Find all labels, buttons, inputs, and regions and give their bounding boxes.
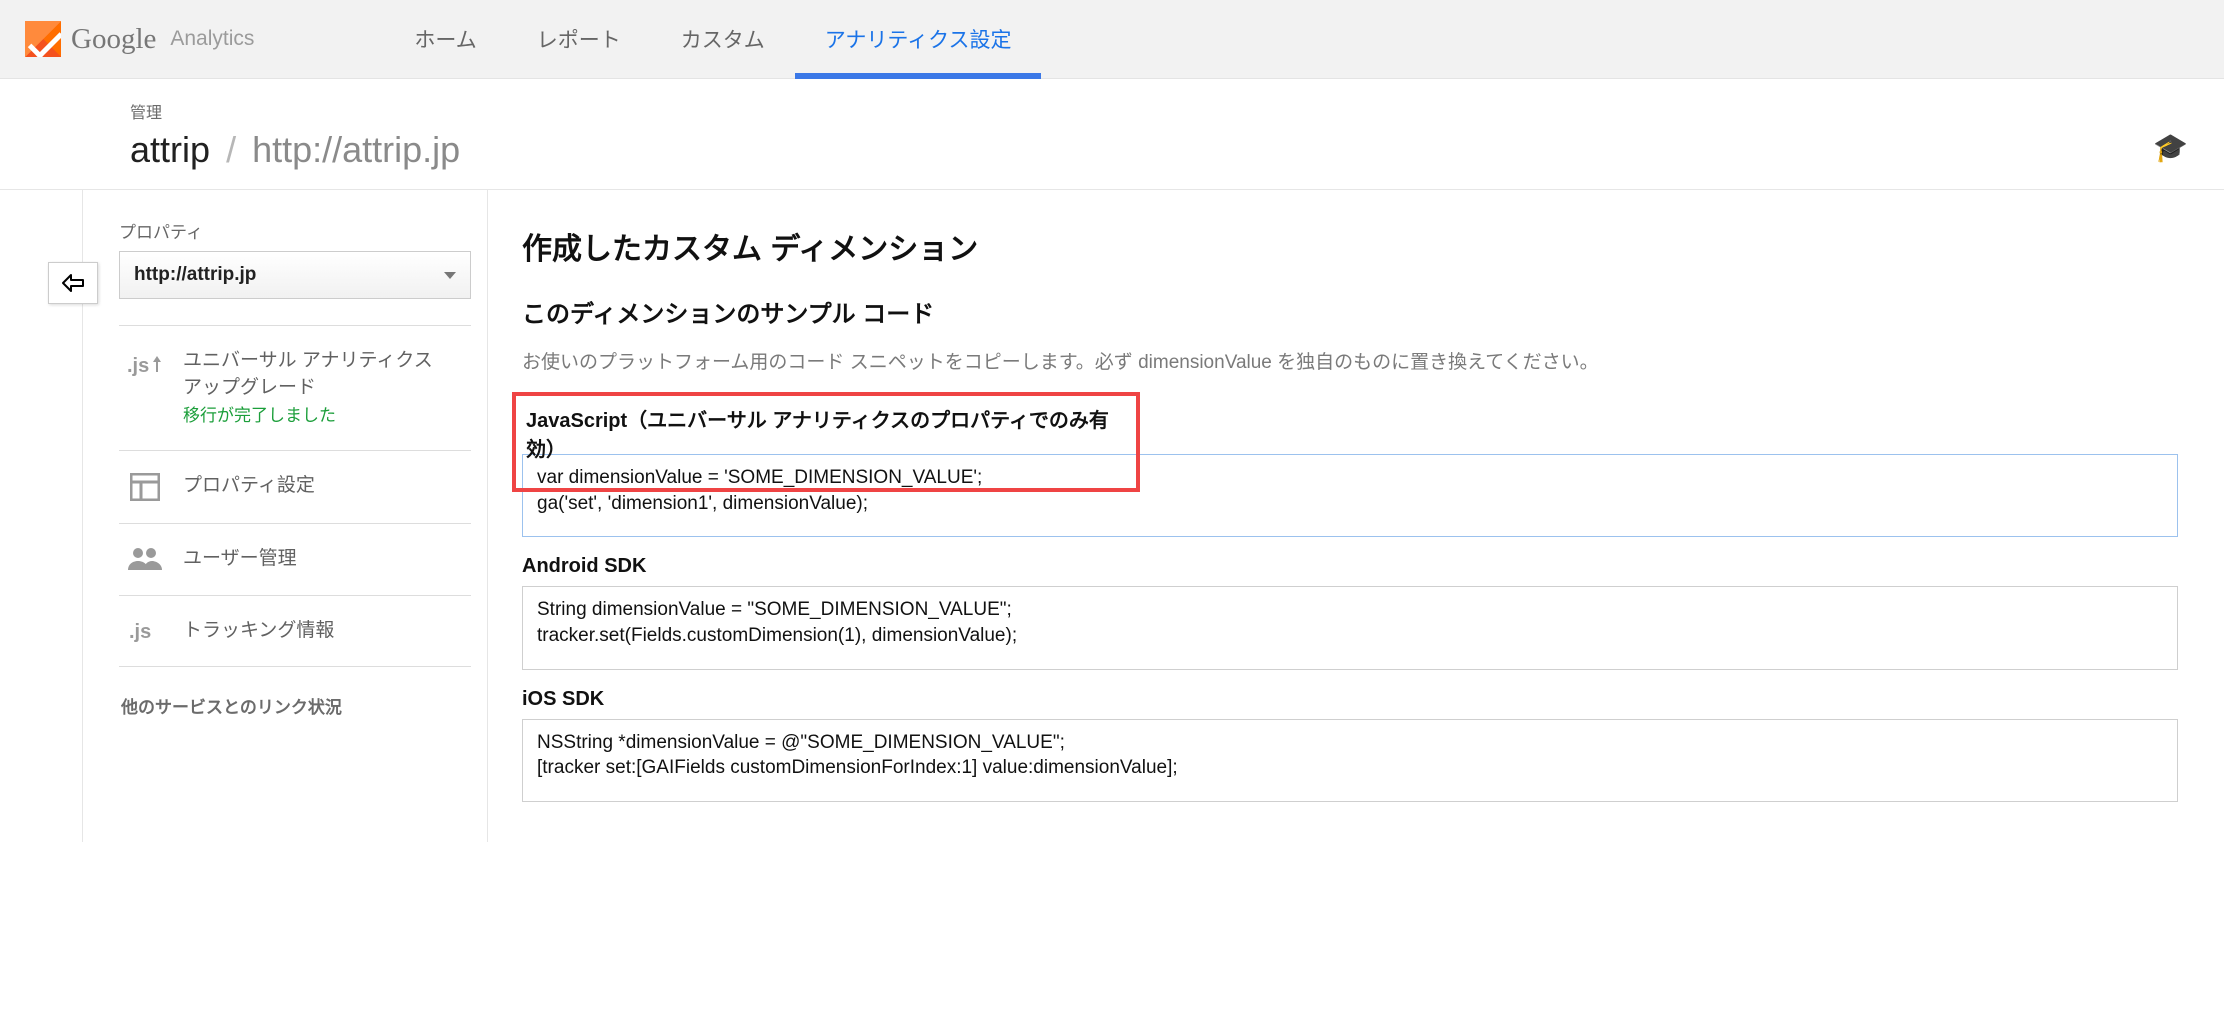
code-label-js: JavaScript（ユニバーサル アナリティクスのプロパティでのみ有効） (526, 404, 1114, 462)
analytics-logo-icon (25, 21, 61, 57)
sidebar-item-ua-upgrade[interactable]: .js ユニバーサル アナリティクス アップグレード 移行が完了しました (119, 326, 471, 451)
code-label-android: Android SDK (522, 555, 2178, 578)
highlight-frame: JavaScript（ユニバーサル アナリティクスのプロパティでのみ有効） (512, 392, 1140, 492)
page-title: 作成したカスタム ディメンション (522, 224, 2178, 268)
sidebar-item-label: トラッキング情報 (183, 618, 334, 645)
code-label-ios: iOS SDK (522, 688, 2178, 711)
property-select-value: http://attrip.jp (134, 264, 256, 286)
breadcrumb-property[interactable]: http://attrip.jp (252, 129, 460, 170)
sidebar-item-status: 移行が完了しました (183, 404, 433, 428)
svg-text:.js: .js (127, 355, 149, 377)
sidebar: プロパティ http://attrip.jp .js ユニバーサル アナリティク… (83, 190, 487, 842)
sidebar-item-label: ユーザー管理 (183, 546, 297, 573)
nav-reports[interactable]: レポート (507, 0, 651, 78)
sidebar-item-tracking-info[interactable]: .js トラッキング情報 (119, 596, 471, 668)
graduation-cap-icon[interactable]: 🎓 (2153, 131, 2188, 164)
main: 作成したカスタム ディメンション このディメンションのサンプル コード お使いの… (487, 190, 2224, 842)
chevron-down-icon (444, 272, 456, 279)
brand-analytics: Analytics (170, 27, 254, 51)
section-title-sample-code: このディメンションのサンプル コード (522, 294, 2178, 329)
admin-label: 管理 (130, 99, 2224, 123)
back-arrow-icon (61, 273, 85, 293)
topnav: ホーム レポート カスタム アナリティクス設定 (384, 0, 1041, 78)
nav-custom[interactable]: カスタム (651, 0, 795, 78)
sidebar-item-property-settings[interactable]: プロパティ設定 (119, 451, 471, 524)
js-up-icon: .js (125, 348, 165, 378)
nav-admin-label: アナリティクス設定 (825, 24, 1012, 54)
nav-custom-label: カスタム (681, 24, 765, 54)
layout-icon (125, 473, 165, 501)
nav-admin[interactable]: アナリティクス設定 (795, 0, 1042, 78)
brand-google: Google (71, 23, 156, 56)
sidebar-list: .js ユニバーサル アナリティクス アップグレード 移行が完了しました プロパ… (119, 325, 471, 667)
nav-home-label: ホーム (414, 24, 476, 54)
code-box-android[interactable]: String dimensionValue = "SOME_DIMENSION_… (522, 586, 2178, 669)
users-icon (125, 546, 165, 570)
back-button[interactable] (48, 262, 98, 304)
nav-reports-label: レポート (537, 24, 621, 54)
sidebar-item-label: プロパティ設定 (183, 473, 315, 500)
svg-text:.js: .js (129, 621, 151, 643)
sidebar-item-label: ユニバーサル アナリティクス アップグレード 移行が完了しました (183, 348, 433, 428)
property-select[interactable]: http://attrip.jp (119, 251, 471, 299)
sidebar-group-other-links: 他のサービスとのリンク状況 (121, 693, 471, 718)
content: プロパティ http://attrip.jp .js ユニバーサル アナリティク… (0, 190, 2224, 842)
breadcrumb-account[interactable]: attrip (130, 129, 210, 170)
lead-text: お使いのプラットフォーム用のコード スニペットをコピーします。必ず dimens… (522, 347, 2178, 374)
sidebar-item-user-management[interactable]: ユーザー管理 (119, 524, 471, 596)
code-box-ios[interactable]: NSString *dimensionValue = @"SOME_DIMENS… (522, 719, 2178, 802)
vertical-rail (0, 190, 83, 842)
js-icon: .js (125, 618, 165, 644)
brand[interactable]: Google Analytics (25, 21, 254, 57)
sidebar-section-label: プロパティ (119, 218, 471, 243)
nav-home[interactable]: ホーム (384, 0, 506, 78)
topbar: Google Analytics ホーム レポート カスタム アナリティクス設定 (0, 0, 2224, 79)
breadcrumb: attrip / http://attrip.jp (130, 129, 2224, 171)
breadcrumb-separator: / (226, 129, 236, 170)
admin-subheader: 管理 attrip / http://attrip.jp 🎓 (0, 79, 2224, 190)
